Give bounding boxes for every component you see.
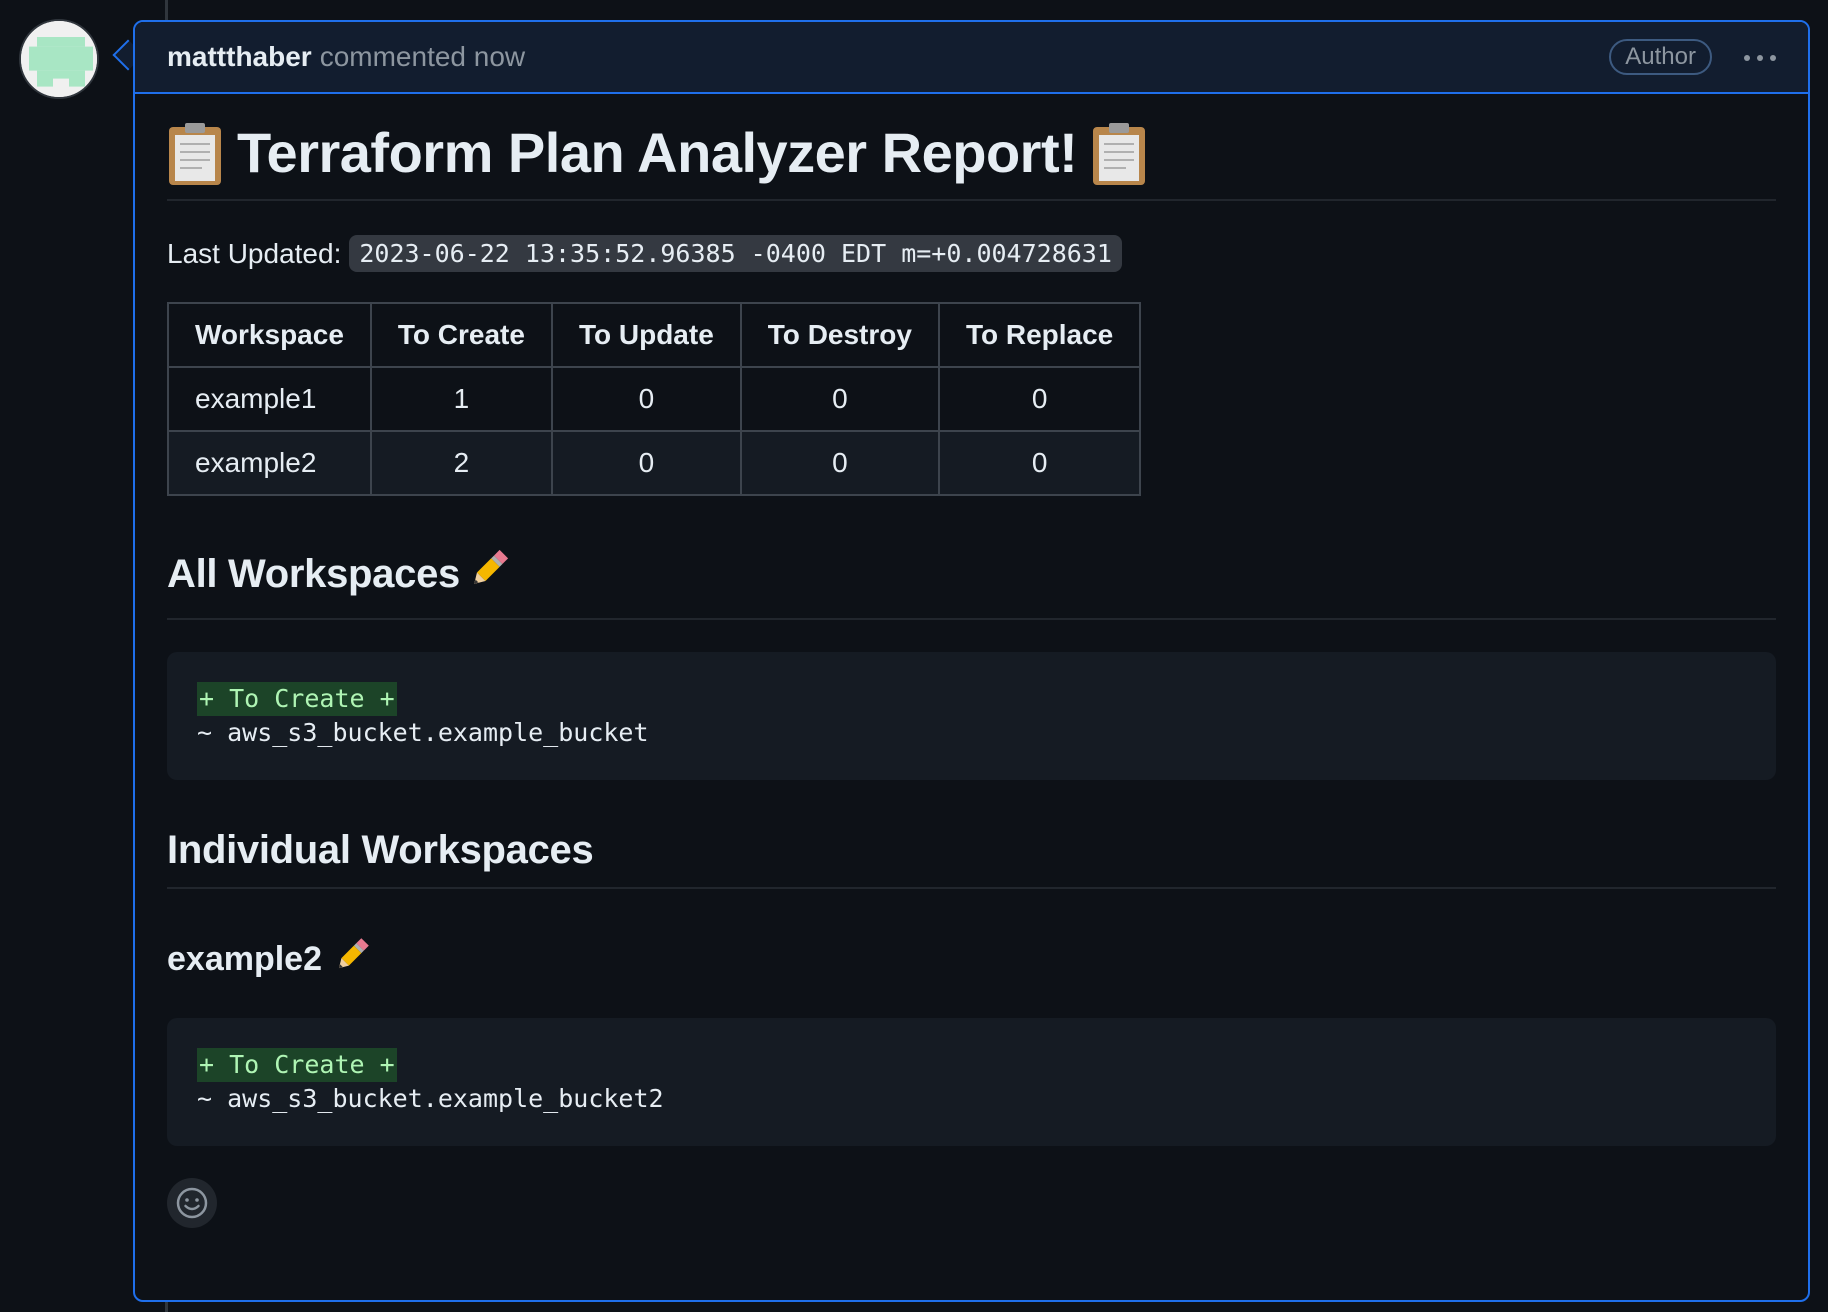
comment-header: mattthaber commented now Author [135, 22, 1808, 94]
author-badge: Author [1609, 39, 1712, 75]
add-reaction-button[interactable] [167, 1178, 217, 1228]
last-updated-label: Last Updated: [167, 237, 342, 269]
identicon [21, 21, 97, 97]
report-title-text: Terraform Plan Analyzer Report! [237, 121, 1078, 184]
clipboard-emoji-icon [167, 121, 223, 185]
individual-workspaces-heading: Individual Workspaces [167, 828, 1776, 889]
pencil-emoji-icon [464, 544, 514, 604]
code-line: ~ aws_s3_bucket.example_bucket [197, 718, 649, 747]
table-row: example2 2 0 0 0 [167, 430, 1142, 496]
report-title: Terraform Plan Analyzer Report! [167, 120, 1776, 201]
comment-box: mattthaber commented now Author Terrafor… [133, 20, 1810, 1302]
workspace-heading: example2 [167, 933, 1776, 986]
column-header: To Replace [937, 302, 1142, 368]
workspace-heading-text: example2 [167, 940, 322, 978]
summary-table: Workspace To Create To Update To Destroy… [167, 302, 1142, 496]
table-cell: 0 [550, 366, 742, 432]
all-workspaces-heading-text: All Workspaces [167, 551, 460, 596]
all-workspaces-heading: All Workspaces [167, 544, 1776, 620]
diff-added-line: + To Create + [197, 1048, 397, 1082]
table-cell: 0 [550, 430, 742, 496]
code-line: ~ aws_s3_bucket.example_bucket2 [197, 1084, 664, 1113]
all-workspaces-code-block: + To Create + ~ aws_s3_bucket.example_bu… [167, 652, 1776, 780]
table-cell: 0 [739, 430, 940, 496]
kebab-horizontal-icon[interactable] [1742, 44, 1778, 64]
table-cell: 1 [369, 366, 553, 432]
last-updated-value: 2023-06-22 13:35:52.96385 -0400 EDT m=+0… [349, 235, 1122, 272]
pencil-emoji-icon [330, 933, 374, 986]
table-row: example1 1 0 0 0 [167, 366, 1142, 432]
author-link[interactable]: mattthaber [167, 41, 312, 73]
table-cell: example2 [167, 430, 372, 496]
avatar[interactable] [19, 19, 99, 99]
column-header: Workspace [167, 302, 372, 368]
column-header: To Destroy [739, 302, 940, 368]
table-cell: example1 [167, 366, 372, 432]
last-updated: Last Updated: 2023-06-22 13:35:52.96385 … [167, 235, 1776, 272]
column-header: To Update [550, 302, 742, 368]
table-cell: 0 [739, 366, 940, 432]
table-header-row: Workspace To Create To Update To Destroy… [167, 302, 1142, 368]
table-cell: 0 [937, 366, 1142, 432]
workspace-code-block: + To Create + ~ aws_s3_bucket.example_bu… [167, 1018, 1776, 1146]
comment-timestamp[interactable]: commented now [320, 41, 525, 73]
table-cell: 2 [369, 430, 553, 496]
diff-added-line: + To Create + [197, 682, 397, 716]
table-cell: 0 [937, 430, 1142, 496]
comment-body: Terraform Plan Analyzer Report! Last Upd… [135, 94, 1808, 1228]
clipboard-emoji-icon [1091, 121, 1147, 185]
smiley-icon [176, 1187, 208, 1219]
column-header: To Create [369, 302, 553, 368]
